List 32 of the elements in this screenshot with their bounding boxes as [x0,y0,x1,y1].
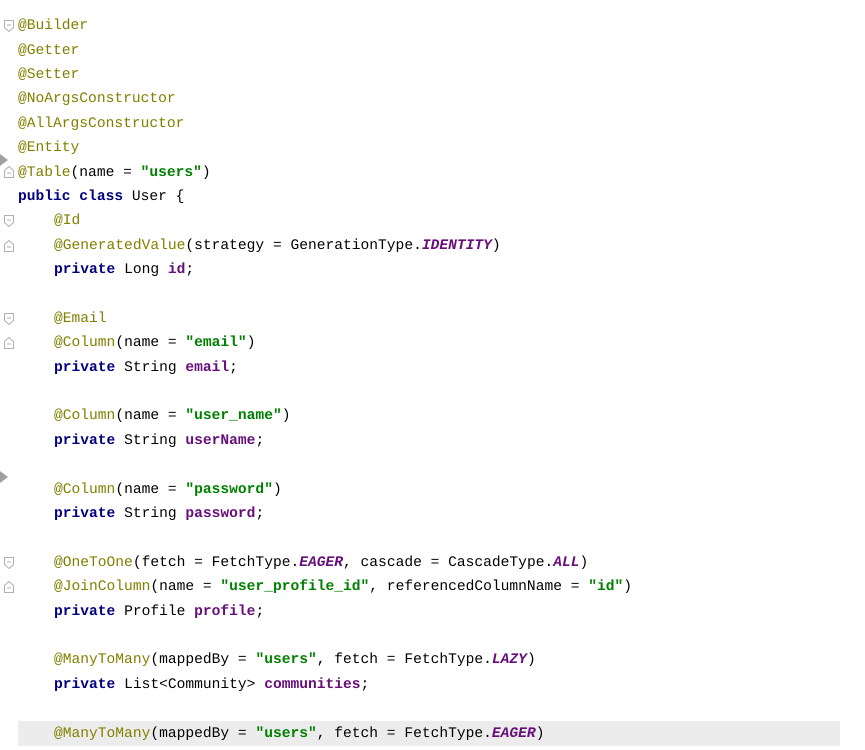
code-line: @GeneratedValue(strategy = GenerationType.IDENTITY) [53,236,502,256]
code-line: @Getter [18,42,80,61]
fold-collapse-icon[interactable] [4,215,14,228]
code-line: @JoinColumn(name = "user_profile_id", referencedColumnName = "id") [53,578,634,598]
code-line: private String userName; [53,432,266,451]
code-line: private Long id; [53,261,196,280]
fold-expand-icon[interactable] [4,580,14,593]
fold-collapse-icon[interactable] [4,556,14,569]
code-line: private String email; [53,358,239,378]
code-line: @Id [53,212,82,232]
code-line: @Table(name = "users") [18,164,212,183]
code-line: @Column(name = "password") [53,480,283,500]
fold-expand-icon[interactable] [4,337,14,350]
code-line: @Column(name = "user_name") [53,407,292,426]
code-line: @ManyToMany(mappedBy = "users", fetch = FetchType.LAZY) [53,651,537,670]
code-line: @Builder [18,17,90,36]
code-line: @OneToOne(fetch = FetchType.EAGER, cascade = CascadeType.ALL) [53,554,590,573]
code-line: @Column(name = "email") [53,334,256,354]
fold-collapse-icon[interactable] [4,20,14,32]
code-line: @NoArgsConstructor [18,90,177,110]
code-line: @ManyToMany(mappedBy = "users", fetch = FetchType.EAGER) [53,724,546,744]
code-line: private List<Community> communities; [53,676,370,695]
code-line: @Setter [18,66,80,85]
fold-expand-icon[interactable] [4,240,14,252]
code-line: public class User { [18,188,186,207]
fold-collapse-icon[interactable] [4,312,14,325]
fold-expand-icon[interactable] [4,166,14,178]
code-line: @AllArgsConstructor [18,114,186,134]
code-line: @Entity [18,139,80,158]
code-line: @Email [53,310,108,329]
code-line: private String password; [53,505,266,524]
code-line: private Profile profile; [53,602,266,622]
